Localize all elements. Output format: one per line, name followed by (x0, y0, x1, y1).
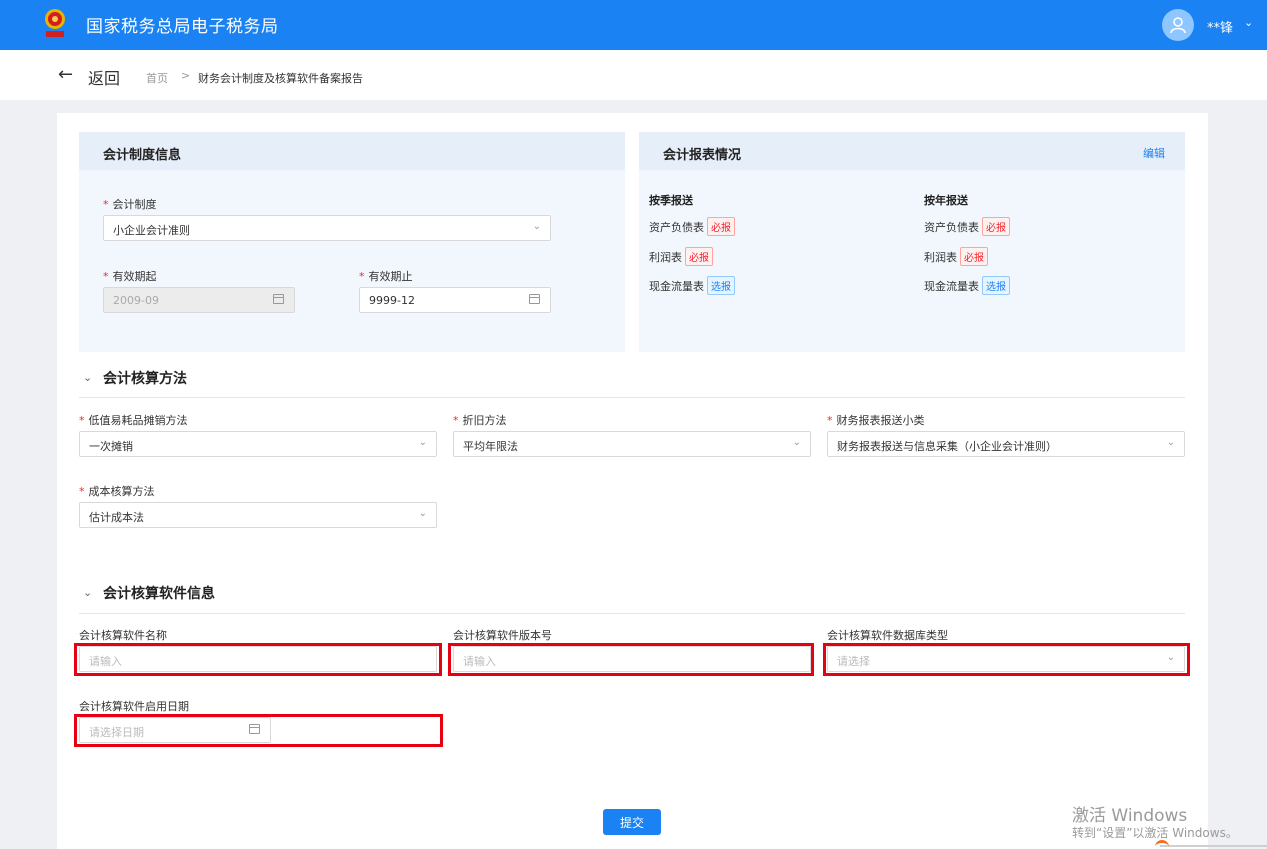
section-title-method[interactable]: 会计核算方法 (103, 368, 187, 388)
accounting-system-select[interactable]: 小企业会计准则 ⌄ (103, 215, 551, 241)
reports-panel: 会计报表情况 编辑 按季报送 资产负债表 必报 利润表 必报 现金流量表 选报 按年报… (639, 132, 1185, 352)
user-name[interactable]: **锋 (1207, 17, 1233, 36)
panel-title: 会计制度信息 (103, 148, 182, 163)
chevron-down-icon: ⌄ (532, 221, 541, 232)
cost-method-label: * 成本核算方法 (79, 485, 155, 498)
valid-to-date-field[interactable]: 9999-12 (359, 287, 551, 313)
report-category-select[interactable]: 财务报表报送与信息采集（小企业会计准则） ⌄ (827, 431, 1185, 457)
software-start-date-label: 会计核算软件启用日期 (79, 700, 189, 713)
low-value-label: * 低值易耗品摊销方法 (79, 414, 188, 427)
user-menu-chevron-icon[interactable]: ⌄ (1244, 16, 1253, 29)
breadcrumb-bar: ← 返回 首页 > 财务会计制度及核算软件备案报告 (0, 50, 1267, 100)
collapse-chevron-icon[interactable]: ⌄ (83, 371, 92, 384)
calendar-icon (273, 294, 284, 304)
software-db-label: 会计核算软件数据库类型 (827, 629, 948, 642)
corner-divider (1160, 845, 1267, 847)
required-tag: 必报 (685, 247, 713, 266)
quarterly-heading: 按季报送 (649, 194, 693, 207)
highlight-box (74, 714, 443, 747)
form-card: 会计制度信息 * 会计制度 小企业会计准则 ⌄ * 有效期起 2009-09 * 有效… (57, 113, 1208, 849)
software-name-label: 会计核算软件名称 (79, 629, 167, 642)
highlight-box (448, 643, 814, 676)
report-item: 资产负债表 必报 (649, 217, 735, 236)
section-divider (79, 613, 1185, 614)
annual-heading: 按年报送 (924, 194, 968, 207)
software-version-label: 会计核算软件版本号 (453, 629, 552, 642)
valid-to-label: * 有效期止 (359, 270, 413, 283)
required-tag: 必报 (707, 217, 735, 236)
collapse-chevron-icon[interactable]: ⌄ (83, 586, 92, 599)
user-icon (1170, 17, 1186, 34)
accounting-system-label: * 会计制度 (103, 198, 157, 211)
depreciation-method-select[interactable]: 平均年限法 ⌄ (453, 431, 811, 457)
optional-tag: 选报 (982, 276, 1010, 295)
report-item: 现金流量表 选报 (649, 276, 735, 295)
edit-link[interactable]: 编辑 (1143, 145, 1165, 161)
corner-arc-icon (1155, 840, 1169, 849)
report-item: 利润表 必报 (924, 247, 988, 266)
accounting-system-panel: 会计制度信息 * 会计制度 小企业会计准则 ⌄ * 有效期起 2009-09 * 有效… (79, 132, 625, 352)
optional-tag: 选报 (707, 276, 735, 295)
report-item: 利润表 必报 (649, 247, 713, 266)
windows-activation-watermark: 激活 Windows (1072, 806, 1188, 826)
breadcrumb-separator: > (181, 69, 191, 82)
depreciation-label: * 折旧方法 (453, 414, 507, 427)
panel-title: 会计报表情况 (663, 148, 742, 163)
chevron-down-icon: ⌄ (1166, 437, 1175, 448)
breadcrumb-current: 财务会计制度及核算软件备案报告 (198, 72, 363, 85)
highlight-box (74, 643, 442, 676)
panel-header: 会计制度信息 (79, 132, 625, 170)
site-title[interactable]: 国家税务总局电子税务局 (86, 12, 279, 37)
back-button[interactable]: 返回 (88, 65, 120, 89)
breadcrumb-home[interactable]: 首页 (146, 70, 168, 86)
back-arrow-icon[interactable]: ← (58, 64, 73, 85)
user-avatar[interactable] (1162, 9, 1194, 41)
panel-header: 会计报表情况 编辑 (639, 132, 1185, 170)
section-divider (79, 397, 1185, 398)
chevron-down-icon: ⌄ (418, 437, 427, 448)
submit-button[interactable]: 提交 (603, 809, 661, 835)
report-item: 资产负债表 必报 (924, 217, 1010, 236)
required-tag: 必报 (982, 217, 1010, 236)
chevron-down-icon: ⌄ (418, 508, 427, 519)
report-category-label: * 财务报表报送小类 (827, 414, 925, 427)
low-value-amortization-select[interactable]: 一次摊销 ⌄ (79, 431, 437, 457)
valid-from-label: * 有效期起 (103, 270, 157, 283)
highlight-box (823, 643, 1190, 676)
calendar-icon (529, 294, 540, 304)
windows-activation-hint: 转到“设置”以激活 Windows。 (1072, 826, 1238, 840)
section-title-software[interactable]: 会计核算软件信息 (103, 583, 215, 603)
valid-from-date-field: 2009-09 (103, 287, 295, 313)
report-item: 现金流量表 选报 (924, 276, 1010, 295)
cost-method-select[interactable]: 估计成本法 ⌄ (79, 502, 437, 528)
top-bar: 国家税务总局电子税务局 **锋 ⌄ (0, 0, 1267, 50)
tax-emblem-icon (45, 9, 65, 37)
chevron-down-icon: ⌄ (792, 437, 801, 448)
required-tag: 必报 (960, 247, 988, 266)
